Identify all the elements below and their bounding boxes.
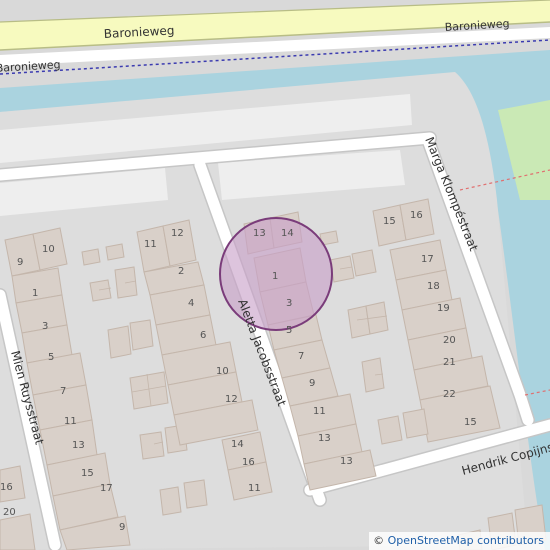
house-number: 15: [383, 216, 396, 227]
house-number: 13: [318, 433, 331, 444]
house-number: 15: [81, 468, 94, 479]
house-number: 2: [178, 266, 184, 277]
copyright-symbol: ©: [373, 534, 385, 547]
house-number: 17: [421, 254, 434, 265]
house-number: 22: [443, 389, 456, 400]
house-number: 9: [17, 257, 23, 268]
house-number: 11: [144, 239, 157, 250]
house-number: 12: [225, 394, 238, 405]
house-number: 13: [340, 456, 353, 467]
house-number: 20: [443, 335, 456, 346]
house-number: 20: [3, 507, 16, 518]
house-number: 18: [427, 281, 440, 292]
house-number: 11: [64, 416, 77, 427]
house-number: 16: [0, 482, 13, 493]
house-number: 6: [200, 330, 206, 341]
house-number: 13: [72, 440, 85, 451]
house-number: 15: [464, 417, 477, 428]
house-number: 14: [231, 439, 244, 450]
house-number: 16: [242, 457, 255, 468]
house-number: 13: [253, 228, 266, 239]
house-number: 21: [443, 357, 456, 368]
map-canvas[interactable]: 9 10 1 3 5 7 11 13 15 16 17 9 20 11 12 2…: [0, 0, 550, 550]
house-number: 16: [410, 210, 423, 221]
house-number: 5: [286, 325, 292, 336]
house-number: 19: [437, 303, 450, 314]
house-number: 9: [309, 378, 315, 389]
house-number: 10: [216, 366, 229, 377]
house-number: 11: [248, 483, 261, 494]
house-number: 4: [188, 298, 194, 309]
house-number: 17: [100, 483, 113, 494]
house-number: 9: [119, 522, 125, 533]
house-number: 3: [42, 321, 48, 332]
attribution-link[interactable]: OpenStreetMap contributors: [388, 534, 544, 547]
house-number: 7: [298, 351, 304, 362]
house-number: 5: [48, 352, 54, 363]
house-number: 11: [313, 406, 326, 417]
map-attribution: © OpenStreetMap contributors: [369, 532, 550, 550]
house-number: 1: [272, 271, 278, 282]
house-number: 10: [42, 244, 55, 255]
house-number: 1: [32, 288, 38, 299]
house-number: 7: [60, 386, 66, 397]
house-number: 3: [286, 298, 292, 309]
house-number: 12: [171, 228, 184, 239]
house-number: 14: [281, 228, 294, 239]
